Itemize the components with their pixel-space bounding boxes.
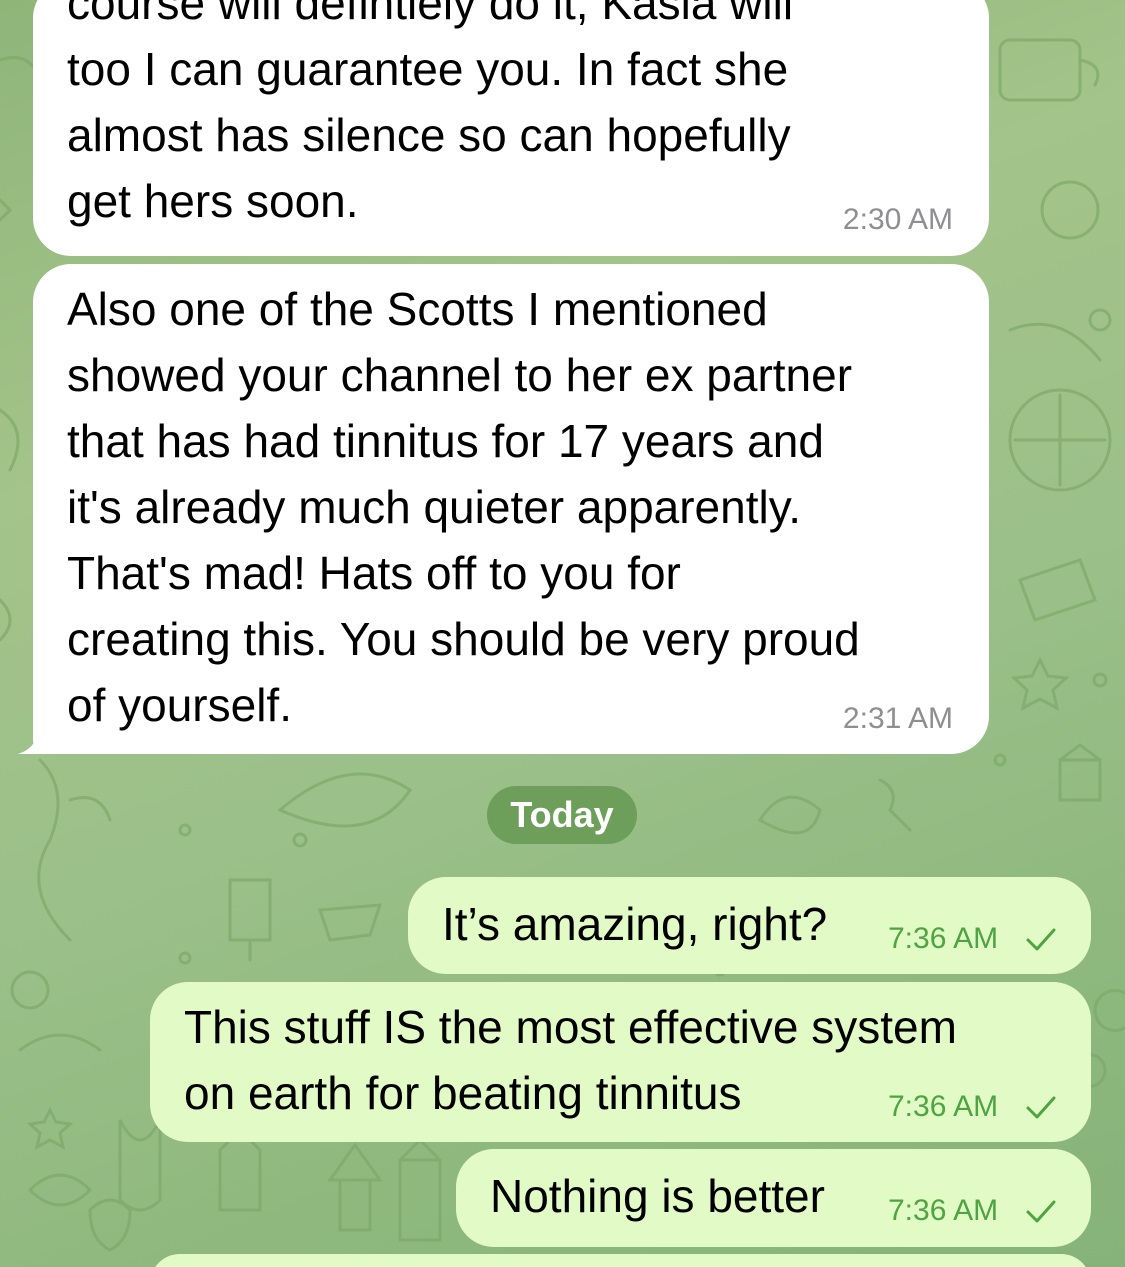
message-text: Also one of the Scotts I mentioned showe… [67,283,860,731]
message-timestamp: 2:31 AM [842,702,953,735]
read-check-icon [1026,928,1056,951]
read-check-icon [1026,1096,1056,1119]
outgoing-message-bubble[interactable] [150,1254,1091,1267]
outgoing-message-bubble[interactable]: Nothing is better 7:36 AM [456,1149,1091,1247]
message-timestamp: 2:30 AM [842,203,953,236]
incoming-message-bubble[interactable]: course will defintiely do it, Kasia will… [33,0,989,256]
incoming-bubble-tail [18,722,58,754]
message-text: It’s amazing, right? [442,898,828,950]
incoming-message-bubble[interactable]: Also one of the Scotts I mentioned showe… [33,264,989,754]
read-check-icon [1026,1200,1056,1223]
date-separator-pill: Today [487,786,637,844]
message-timestamp: 7:36 AM [888,1090,999,1123]
message-text: Nothing is better [490,1170,825,1222]
outgoing-message-bubble[interactable]: It’s amazing, right? 7:36 AM [408,877,1091,974]
outgoing-message-bubble[interactable]: This stuff IS the most effective system … [150,982,1091,1142]
message-timestamp: 7:36 AM [888,922,999,955]
message-text: course will defintiely do it, Kasia will… [67,0,794,227]
message-timestamp: 7:36 AM [888,1194,999,1227]
